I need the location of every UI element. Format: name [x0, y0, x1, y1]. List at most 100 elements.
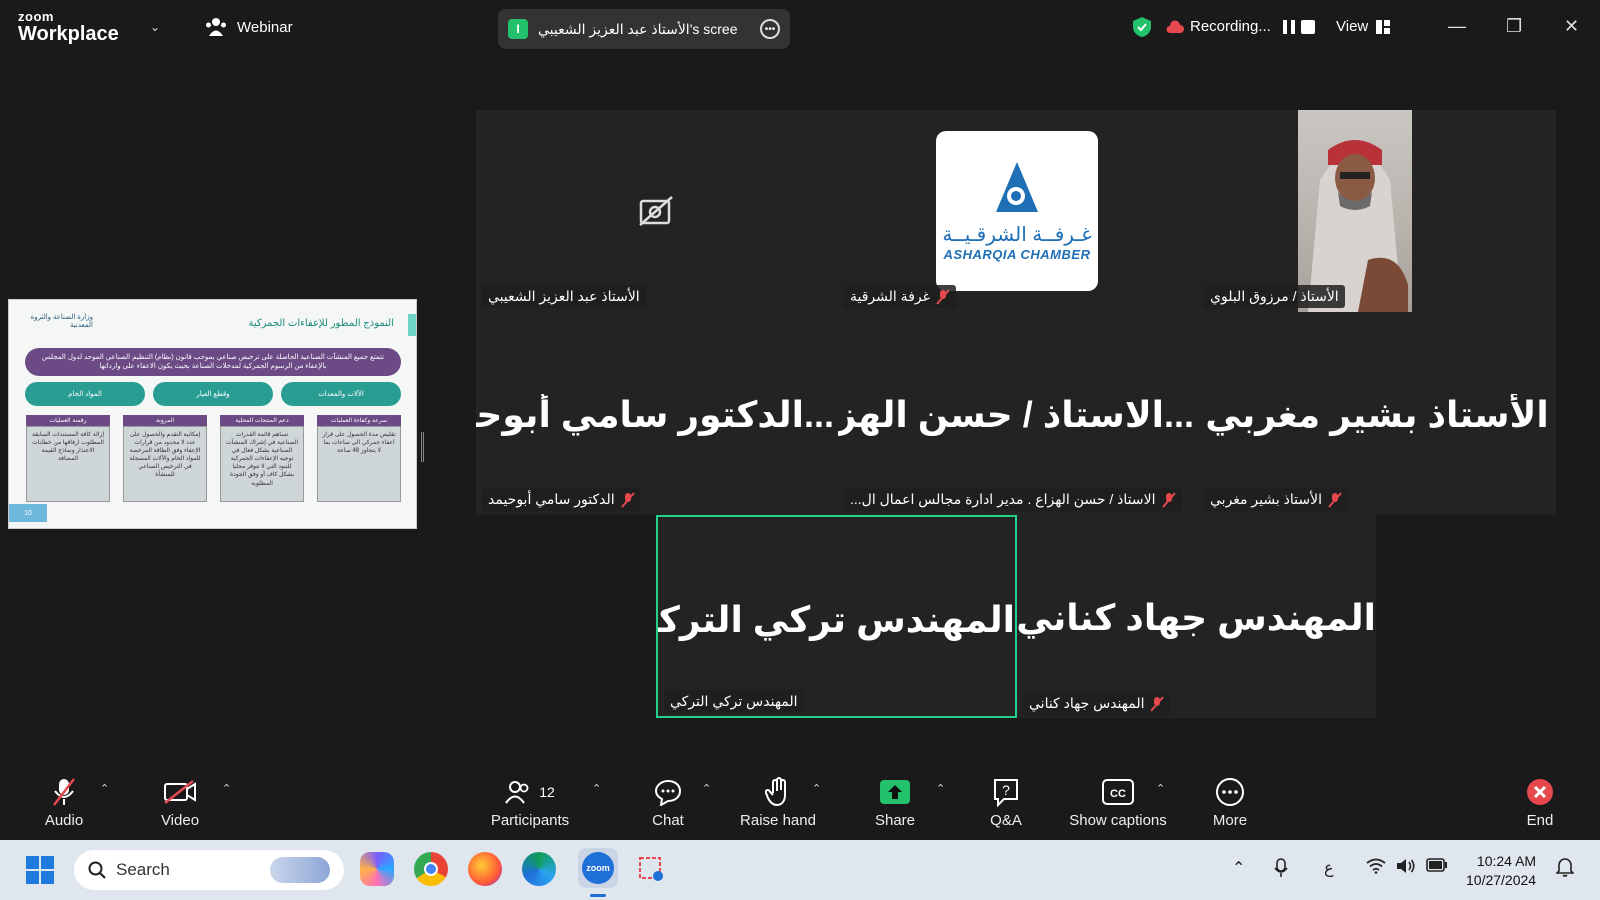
shield-icon[interactable]	[1132, 16, 1152, 38]
recording-label: Recording...	[1190, 18, 1271, 35]
share-label: Share	[874, 812, 916, 829]
taskbar-search[interactable]: Search	[74, 850, 344, 890]
screen-share-indicator[interactable]: I الأستاذ عبد العزيز الشعيبي's scree •••	[498, 9, 790, 49]
show-hidden-icons-caret[interactable]: ⌃	[1232, 858, 1245, 878]
more-icon	[1216, 778, 1244, 806]
participant-tile[interactable]: غـرفــة الشرقـيــة ASHARQIA CHAMBER غرفة…	[838, 110, 1194, 312]
chrome-icon[interactable]	[414, 852, 448, 886]
chevron-down-icon[interactable]: ⌄	[150, 20, 160, 34]
participant-display-name: المهندس جهاد كناني	[1017, 597, 1376, 638]
zoom-app-icon: zoom	[582, 852, 614, 884]
system-clock[interactable]: 10:24 AM 10/27/2024	[1466, 852, 1536, 890]
clock-time: 10:24 AM	[1476, 853, 1537, 869]
people-icon	[206, 18, 226, 36]
slide-column-body: إزالة كافة المستندات السابقة المطلوب ارف…	[26, 426, 110, 502]
qa-button[interactable]: ? Q&A	[956, 776, 1056, 829]
show-captions-button[interactable]: CC Show captions	[1066, 776, 1170, 829]
chamber-logo: غـرفــة الشرقـيــة ASHARQIA CHAMBER	[936, 131, 1098, 291]
pause-recording-icon[interactable]	[1282, 19, 1295, 34]
participants-label: Participants	[490, 812, 570, 829]
captions-icon: CC	[1102, 779, 1134, 805]
captions-options-caret-icon[interactable]: ⌃	[1156, 782, 1165, 795]
participant-name: المهندس جهاد كناني	[1023, 692, 1171, 715]
end-button[interactable]: End	[1490, 776, 1590, 829]
more-button[interactable]: More	[1180, 776, 1280, 829]
slide-pill: وقطع الغيار	[153, 382, 273, 406]
title-bar: zoom Workplace ⌄ Webinar I الأستاذ عبد ا…	[0, 0, 1600, 56]
slide-column: سرعة وكفاءة العمليات تقليص مدة الحصول عل…	[317, 415, 401, 505]
notification-bell-icon[interactable]	[1556, 857, 1574, 877]
edge-icon[interactable]	[522, 852, 556, 886]
slide-page-number: 10	[9, 504, 47, 522]
mic-muted-icon	[1161, 491, 1176, 508]
participant-tile[interactable]: ...الدكتور سامي أبوحيـ الدكتور سامي أبوح…	[476, 314, 834, 515]
participants-count: 12	[539, 784, 555, 800]
volume-icon[interactable]	[1396, 858, 1416, 874]
video-options-caret-icon[interactable]: ⌃	[222, 782, 231, 795]
slide-pill: الآلات والمعدات	[281, 382, 401, 406]
app-logo: zoom Workplace	[18, 10, 119, 44]
brand-bottom: Workplace	[18, 23, 119, 45]
battery-icon[interactable]	[1426, 858, 1448, 872]
participant-tile[interactable]: الأستاذ عبد العزيز الشعيبي	[476, 110, 834, 312]
snipping-tool-icon[interactable]	[634, 852, 668, 886]
clock-date: 10/27/2024	[1466, 871, 1537, 888]
slide-title: النموذج المطور للإعفاءات الجمركية	[248, 318, 394, 329]
participants-icon	[505, 781, 529, 804]
raise-hand-label: Raise hand	[740, 812, 816, 829]
participant-tile[interactable]: ...الاستاذ / حسن الهزا الاستاذ / حسن اله…	[838, 314, 1194, 515]
input-language-indicator[interactable]: ع	[1324, 858, 1334, 878]
shared-screen-preview[interactable]: النموذج المطور للإعفاءات الجمركية وزارة …	[8, 299, 417, 529]
share-button[interactable]: Share	[845, 776, 945, 829]
participant-tile[interactable]: المهندس جهاد كناني المهندس جهاد كناني	[1017, 515, 1376, 718]
wifi-icon[interactable]	[1366, 858, 1386, 874]
participant-display-name: ...الدكتور سامي أبوحيـ	[476, 394, 834, 435]
chat-options-caret-icon[interactable]: ⌃	[702, 782, 711, 795]
participant-tile[interactable]: الأستاذ / مرزوق البلوي	[1198, 110, 1556, 312]
restore-icon[interactable]: ❐	[1506, 16, 1522, 37]
search-placeholder: Search	[116, 860, 170, 879]
recording-indicator[interactable]: Recording...	[1166, 18, 1315, 35]
search-highlight-image	[270, 857, 330, 883]
audio-label: Audio	[44, 812, 84, 829]
chat-icon	[654, 779, 682, 806]
close-icon[interactable]: ✕	[1564, 16, 1579, 37]
participant-name: الأستاذ / مرزوق البلوي	[1204, 285, 1345, 308]
participant-name: غرفة الشرقية	[844, 285, 956, 308]
webinar-indicator[interactable]: Webinar	[205, 17, 293, 37]
audio-button[interactable]: Audio	[14, 776, 114, 829]
view-button[interactable]: View	[1336, 18, 1391, 35]
mic-muted-icon	[620, 491, 635, 508]
copilot-icon[interactable]	[360, 852, 394, 886]
participant-tile[interactable]: الأستاذ بشير مغربي الأستاذ بشير مغربي	[1198, 314, 1556, 515]
brand-top: zoom	[18, 9, 54, 24]
mic-muted-icon	[1150, 695, 1165, 712]
mic-muted-icon	[1328, 491, 1342, 508]
microphone-icon[interactable]	[1274, 858, 1288, 878]
slide-column-body: تقليص مدة الحصول على قرار اعفاء جمركي ال…	[317, 426, 401, 502]
participant-tile-active-speaker[interactable]: المهندس تركي التركي المهندس تركي التركي	[656, 515, 1017, 718]
more-options-icon[interactable]: •••	[760, 19, 780, 39]
participant-name: الاستاذ / حسن الهزاع . مدير ادارة مجالس …	[844, 488, 1182, 511]
svg-text:?: ?	[1002, 782, 1010, 798]
minimize-icon[interactable]: —	[1448, 16, 1466, 37]
resize-handle[interactable]	[421, 432, 424, 462]
zoom-taskbar-button[interactable]: zoom	[578, 848, 618, 897]
participants-options-caret-icon[interactable]: ⌃	[592, 782, 601, 795]
slide-column-body: تساهم قائمة القدرات الصناعية في إشراك ال…	[220, 426, 304, 502]
video-button[interactable]: Video	[130, 776, 230, 829]
participant-name: الدكتور سامي أبوحيمد	[482, 488, 641, 511]
participant-name: الأستاذ عبد العزيز الشعيبي	[482, 285, 646, 308]
chat-label: Chat	[652, 812, 684, 829]
audio-options-caret-icon[interactable]: ⌃	[100, 782, 109, 795]
cloud-icon	[1166, 19, 1184, 33]
raise-hand-options-caret-icon[interactable]: ⌃	[812, 782, 821, 795]
qa-icon: ?	[994, 779, 1018, 807]
participant-display-name: المهندس تركي التركي	[656, 599, 1015, 640]
windows-start-icon[interactable]	[26, 856, 54, 884]
firefox-icon[interactable]	[468, 852, 502, 886]
meeting-toolbar: Audio ⌃ Video ⌃ 12 Participants ⌃ Chat ⌃…	[0, 768, 1600, 840]
share-options-caret-icon[interactable]: ⌃	[936, 782, 945, 795]
participants-button[interactable]: 12 Participants	[480, 776, 580, 829]
stop-recording-icon[interactable]	[1300, 19, 1315, 34]
